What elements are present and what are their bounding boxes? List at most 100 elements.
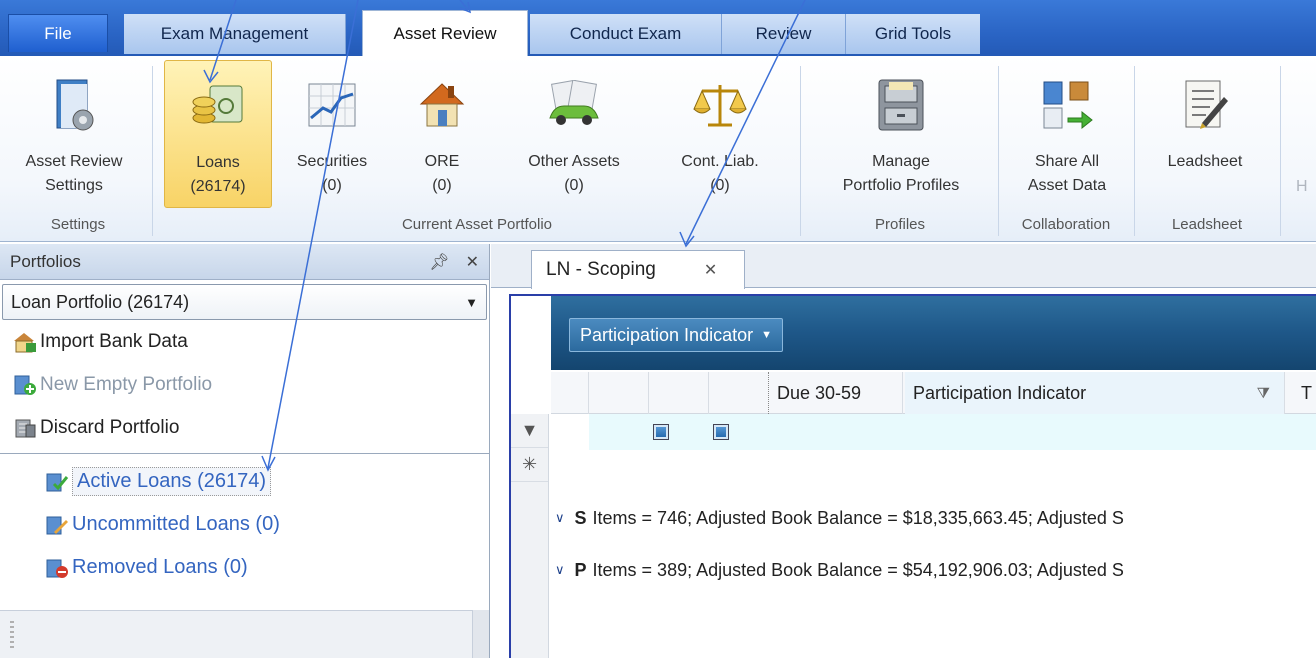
portfolio-select-value: Loan Portfolio (26174) xyxy=(11,291,190,312)
asset-review-settings-button[interactable]: Asset Review Settings xyxy=(4,60,144,208)
portfolio-select[interactable]: Loan Portfolio (26174) ▼ xyxy=(2,284,487,320)
chevron-down-icon[interactable]: ∨ xyxy=(555,562,565,578)
discard-icon xyxy=(15,419,36,437)
group-chip-participation-indicator[interactable]: Participation Indicator ▼ xyxy=(569,318,783,352)
column-header-t[interactable]: T xyxy=(1295,372,1316,414)
filter-row-icon[interactable]: ▼ xyxy=(511,414,548,448)
manage-profiles-label-2: Portfolio Profiles xyxy=(842,177,960,194)
ribbon-tab-bar: File Exam Management Asset Review Conduc… xyxy=(0,0,1316,58)
cont-liab-label: Cont. Liab. xyxy=(681,153,759,170)
column-header-participation-indicator[interactable]: Participation Indicator ⧩ xyxy=(905,372,1285,414)
tab-asset-review[interactable]: Asset Review xyxy=(362,10,528,56)
discard-portfolio-label: Discard Portfolio xyxy=(40,416,180,438)
coins-icon xyxy=(187,75,249,137)
other-assets-label: Other Assets xyxy=(528,153,620,170)
import-bank-data-action[interactable]: Import Bank Data xyxy=(0,320,489,363)
tab-conduct-exam[interactable]: Conduct Exam xyxy=(530,14,722,54)
group-summary: Items = 389; Adjusted Book Balance = $54… xyxy=(592,559,1124,580)
filter-row xyxy=(589,414,1316,450)
uncommitted-loans-label: Uncommitted Loans (0) xyxy=(72,513,280,535)
leadsheet-label: Leadsheet xyxy=(1167,153,1243,170)
loans-label: Loans xyxy=(196,154,240,171)
ore-label: ORE xyxy=(424,153,460,170)
tab-review[interactable]: Review xyxy=(722,14,846,54)
new-empty-portfolio-action[interactable]: New Empty Portfolio xyxy=(0,363,489,406)
tab-exam-management[interactable]: Exam Management xyxy=(124,14,346,54)
resize-grip[interactable] xyxy=(10,621,14,651)
ore-button[interactable]: ORE (0) xyxy=(392,60,492,208)
manage-portfolio-profiles-button[interactable]: Manage Portfolio Profiles xyxy=(808,60,994,208)
ribbon-separator xyxy=(998,66,999,236)
settings-button-label-2: Settings xyxy=(45,177,103,194)
column-header-blank[interactable] xyxy=(649,372,709,414)
panel-footer-area xyxy=(0,610,472,658)
tab-grid-tools[interactable]: Grid Tools xyxy=(846,14,980,54)
panel-scrollbar[interactable] xyxy=(472,610,489,658)
cont-liab-count: (0) xyxy=(710,177,730,194)
loan-grid: Participation Indicator ▼ Due 30-59 Part… xyxy=(509,294,1316,658)
close-tab-icon[interactable]: ✕ xyxy=(704,260,717,280)
share-all-asset-data-button[interactable]: Share All Asset Data xyxy=(1002,60,1132,208)
group-label-collaboration: Collaboration xyxy=(1021,216,1111,233)
ribbon-separator xyxy=(800,66,801,236)
group-key: S xyxy=(574,507,587,528)
portfolios-panel-header: Portfolios 📌︎ ✕ xyxy=(0,244,489,280)
grid-column-header-row: Due 30-59 Participation Indicator ⧩ T xyxy=(551,372,1316,414)
tree-item-active-loans[interactable]: Active Loans (26174) xyxy=(0,460,489,503)
pin-icon[interactable]: 📌︎ xyxy=(429,252,449,272)
other-assets-button[interactable]: Other Assets (0) xyxy=(504,60,644,208)
scales-icon xyxy=(689,74,751,136)
portfolio-tree: Active Loans (26174) Uncommitted Loans (… xyxy=(0,454,489,589)
cut-off-label: H xyxy=(1296,178,1308,195)
file-cabinet-icon xyxy=(870,74,932,136)
close-icon[interactable]: ✕ xyxy=(466,252,479,272)
column-header-blank[interactable] xyxy=(551,372,589,414)
filter-checkbox[interactable] xyxy=(653,424,669,440)
document-area: LN - Scoping ✕ Participation Indicator ▼… xyxy=(491,244,1316,658)
ribbon-separator xyxy=(152,66,153,236)
column-header-due-30-59[interactable]: Due 30-59 xyxy=(777,372,903,414)
ln-scoping-tab-label: LN - Scoping xyxy=(546,259,656,280)
removed-loans-label: Removed Loans (0) xyxy=(72,556,248,578)
filter-icon[interactable]: ⧩ xyxy=(1257,385,1270,402)
import-house-icon xyxy=(14,332,36,352)
cont-liab-button[interactable]: Cont. Liab. (0) xyxy=(660,60,780,208)
other-assets-count: (0) xyxy=(564,177,584,194)
tree-item-removed-loans[interactable]: Removed Loans (0) xyxy=(0,546,489,589)
group-label-current-asset-portfolio: Current Asset Portfolio xyxy=(401,216,553,233)
group-label-profiles: Profiles xyxy=(874,216,926,233)
ribbon: Asset Review Settings Loans (26174) Secu… xyxy=(0,56,1316,242)
tree-item-uncommitted-loans[interactable]: Uncommitted Loans (0) xyxy=(0,503,489,546)
chevron-down-icon[interactable]: ∨ xyxy=(555,510,565,526)
leadsheet-button[interactable]: Leadsheet xyxy=(1140,60,1270,208)
group-chip-label: Participation Indicator xyxy=(580,324,754,345)
ribbon-separator xyxy=(1134,66,1135,236)
participation-indicator-header-label: Participation Indicator xyxy=(913,382,1087,403)
house-icon xyxy=(411,74,473,136)
column-header-blank[interactable] xyxy=(589,372,649,414)
share-all-label-2: Asset Data xyxy=(1027,177,1107,194)
settings-book-icon xyxy=(43,74,105,136)
discard-portfolio-action[interactable]: Discard Portfolio xyxy=(0,406,489,449)
group-summary: Items = 746; Adjusted Book Balance = $18… xyxy=(592,507,1124,528)
document-tab-strip: LN - Scoping ✕ xyxy=(491,244,1316,289)
loans-button[interactable]: Loans (26174) xyxy=(164,60,272,208)
chevron-down-icon: ▼ xyxy=(465,294,478,310)
tab-file[interactable]: File xyxy=(8,14,108,52)
column-header-blank[interactable] xyxy=(709,372,769,414)
group-label-settings: Settings xyxy=(50,216,106,233)
car-documents-icon xyxy=(543,74,605,136)
group-label-leadsheet: Leadsheet xyxy=(1171,216,1243,233)
new-row-icon[interactable]: ✳ xyxy=(511,448,548,482)
loans-count: (26174) xyxy=(190,178,246,195)
uncommitted-loans-icon xyxy=(46,516,68,534)
group-row-s[interactable]: ∨ S Items = 746; Adjusted Book Balance =… xyxy=(551,492,1316,544)
tab-ln-scoping[interactable]: LN - Scoping ✕ xyxy=(531,250,745,289)
securities-button[interactable]: Securities (0) xyxy=(282,60,382,208)
filter-checkbox[interactable] xyxy=(713,424,729,440)
row-indicator-column: ▼ ✳ xyxy=(511,414,549,658)
group-row-p[interactable]: ∨ P Items = 389; Adjusted Book Balance =… xyxy=(551,544,1316,596)
settings-button-label-1: Asset Review xyxy=(25,153,123,170)
securities-count: (0) xyxy=(322,177,342,194)
grid-group-rows: ∨ S Items = 746; Adjusted Book Balance =… xyxy=(551,492,1316,596)
